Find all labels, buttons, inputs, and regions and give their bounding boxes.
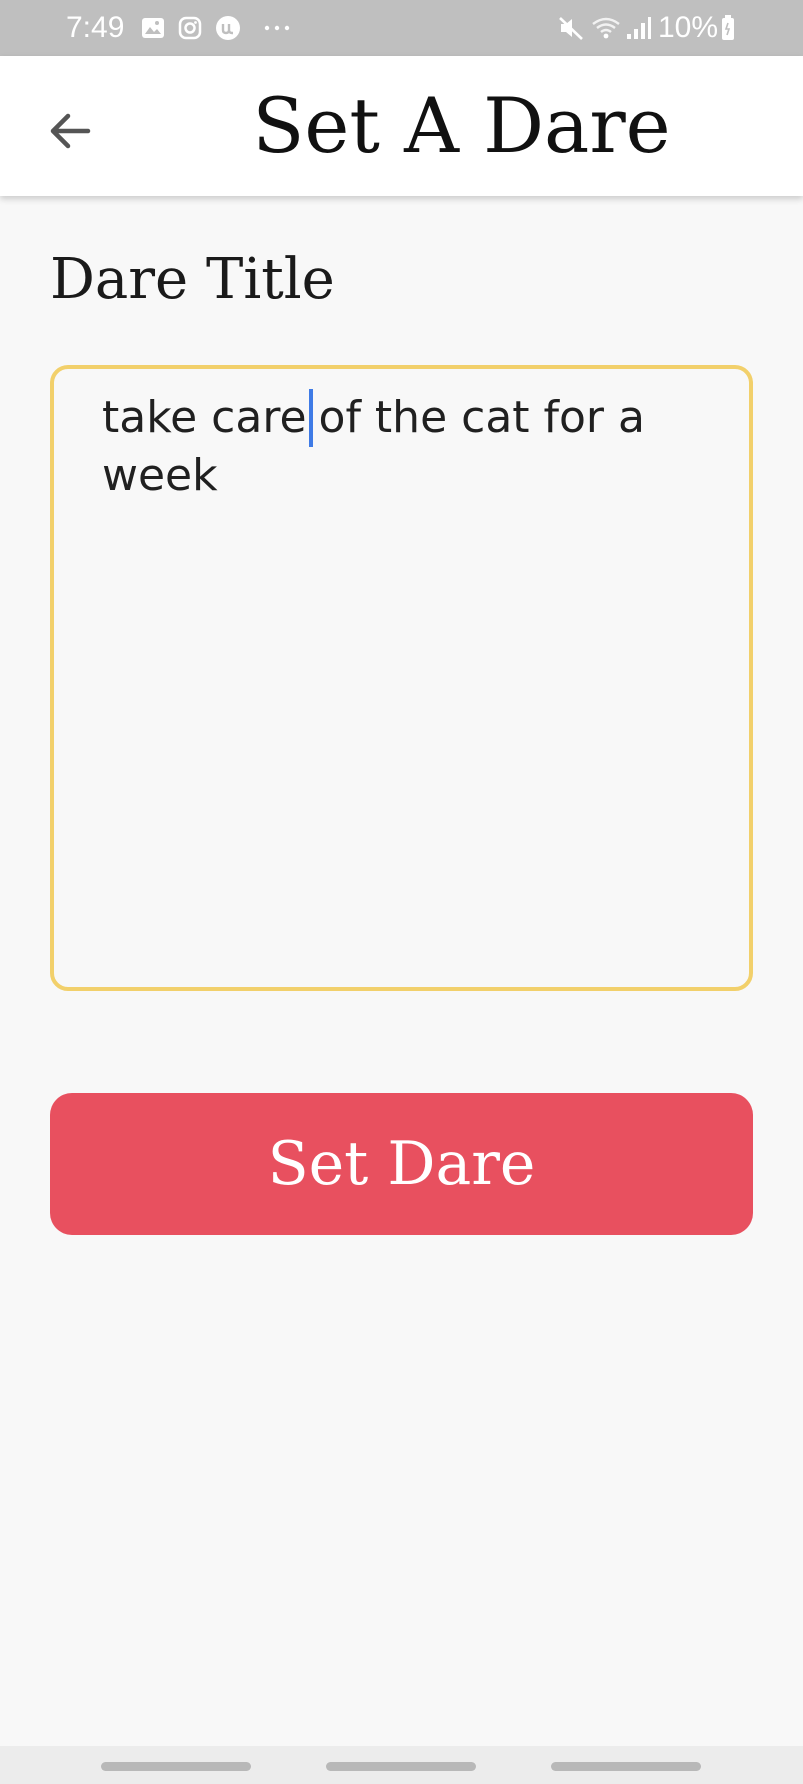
battery-percent: 10% <box>658 11 719 44</box>
nav-recents-button[interactable] <box>101 1762 251 1771</box>
status-time: 7:49 <box>66 11 125 44</box>
dare-title-label: Dare Title <box>50 247 335 312</box>
app-bar: Set A Dare <box>0 56 803 196</box>
system-nav-bar <box>0 1746 803 1784</box>
signal-icon <box>624 14 654 42</box>
back-button[interactable] <box>30 96 110 166</box>
dare-title-input[interactable]: take care of the cat for a week <box>50 365 753 991</box>
status-bar: 7:49 10% <box>0 0 803 56</box>
battery-icon <box>718 14 738 42</box>
page-title: Set A Dare <box>252 81 671 170</box>
mute-icon <box>556 14 586 42</box>
instagram-icon <box>176 14 204 42</box>
arrow-left-icon <box>50 113 91 149</box>
wifi-icon <box>590 14 622 42</box>
input-text-before-caret: take care <box>102 392 307 443</box>
text-caret <box>308 389 313 447</box>
nav-home-button[interactable] <box>326 1762 476 1771</box>
nav-back-button[interactable] <box>551 1762 701 1771</box>
dare-title-value[interactable]: take care of the cat for a week <box>102 389 709 505</box>
more-dots-icon <box>262 14 292 42</box>
app-notification-icon <box>214 14 242 42</box>
gallery-icon <box>139 14 167 42</box>
set-dare-button[interactable]: Set Dare <box>50 1093 753 1235</box>
